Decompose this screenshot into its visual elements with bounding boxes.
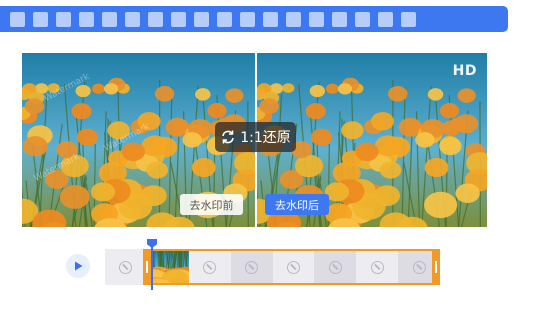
film-hole [332, 11, 347, 27]
film-strip-banner [0, 6, 508, 32]
refresh-icon [220, 129, 236, 145]
restore-1to1-button[interactable]: 1:1还原 [215, 122, 296, 152]
film-hole [263, 11, 278, 27]
film-hole [10, 11, 25, 27]
after-watermark-tag[interactable]: 去水印后 [265, 194, 329, 215]
film-hole [125, 11, 140, 27]
trim-selection[interactable] [145, 249, 440, 285]
play-button[interactable] [66, 254, 90, 278]
film-hole [355, 11, 370, 27]
trim-handle-end[interactable] [432, 249, 440, 285]
film-hole [286, 11, 301, 27]
film-hole [79, 11, 94, 27]
film-hole [309, 11, 324, 27]
trim-handle-start[interactable] [143, 249, 151, 285]
film-hole [171, 11, 186, 27]
film-hole [401, 11, 416, 27]
film-hole [33, 11, 48, 27]
film-hole [194, 11, 209, 27]
film-hole [240, 11, 255, 27]
timeline-frame[interactable] [105, 249, 147, 285]
before-after-preview[interactable]: Watermark Watermark Watermark HD 1:1还原 去… [22, 53, 487, 227]
film-hole [378, 11, 393, 27]
film-hole [102, 11, 117, 27]
play-icon [75, 261, 83, 271]
frame-placeholder-icon [119, 260, 133, 274]
restore-label: 1:1还原 [240, 130, 291, 146]
film-hole [148, 11, 163, 27]
film-hole [56, 11, 71, 27]
playhead-handle[interactable] [147, 239, 157, 248]
before-watermark-tag[interactable]: 去水印前 [180, 194, 243, 215]
hd-badge: HD [452, 63, 477, 79]
video-timeline[interactable] [105, 249, 440, 285]
film-hole [217, 11, 232, 27]
